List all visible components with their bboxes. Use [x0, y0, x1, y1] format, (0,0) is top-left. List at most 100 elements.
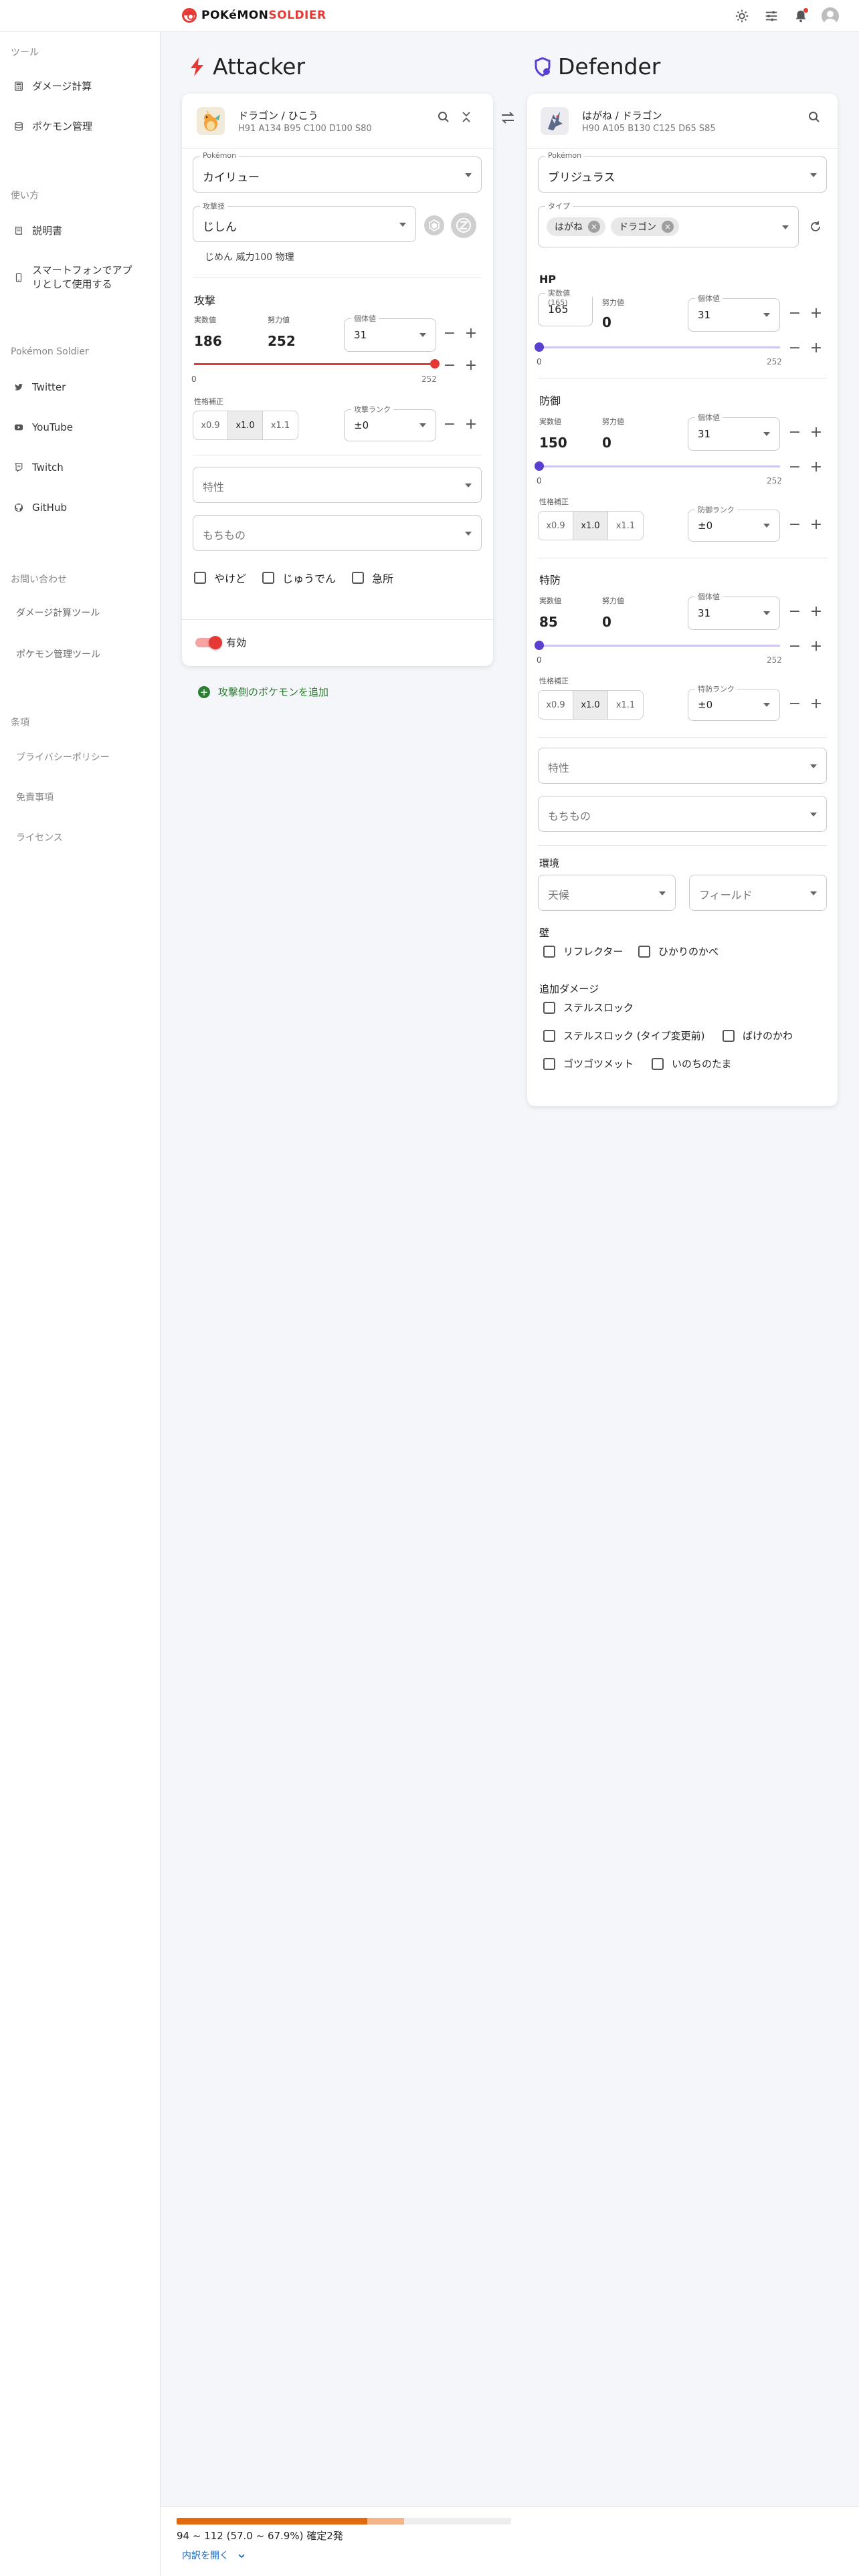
ev-slider-thumb[interactable]	[535, 461, 544, 471]
def-iv-select[interactable]: 個体値 31	[688, 412, 780, 451]
nature-option-selected[interactable]: x1.0	[228, 411, 263, 439]
nature-option[interactable]: x1.1	[263, 411, 298, 439]
defender-ability-select[interactable]: 特性	[538, 748, 827, 784]
search-icon[interactable]	[805, 108, 823, 126]
sidebar-item-disclaimer[interactable]: 免責事項	[16, 790, 54, 804]
spdef-rank-select[interactable]: 特防ランク ±0	[688, 683, 780, 721]
rank-minus-button[interactable]: −	[788, 518, 801, 532]
ev-slider-track[interactable]	[194, 359, 440, 368]
rank-plus-button[interactable]: +	[809, 518, 823, 532]
defender-type-select[interactable]: タイプ はがね × ドラゴン ×	[538, 201, 799, 247]
z-move-icon[interactable]	[451, 213, 476, 238]
rank-plus-button[interactable]: +	[809, 697, 823, 712]
stealth-rock-checkbox[interactable]: ステルスロック	[543, 1000, 634, 1014]
defender-item-select[interactable]: もちもの	[538, 796, 827, 832]
spdef-ev-slider-track[interactable]	[535, 641, 780, 650]
attacker-ability-select[interactable]: 特性	[193, 467, 482, 503]
sidebar-item-smartphone-app[interactable]: スマートフォンでアプ リとして使用する	[13, 263, 132, 292]
iv-minus-button[interactable]: −	[788, 605, 801, 619]
ev-plus-button[interactable]: +	[809, 460, 823, 475]
light-screen-checkbox[interactable]: ひかりのかべ	[638, 944, 719, 958]
ev-minus-button[interactable]: −	[443, 358, 456, 373]
ev-value[interactable]: 0	[602, 314, 611, 330]
nature-option[interactable]: x0.9	[193, 411, 228, 439]
iv-plus-button[interactable]: +	[809, 605, 823, 619]
search-icon[interactable]	[435, 108, 452, 126]
reset-icon[interactable]	[807, 218, 824, 235]
terastal-icon[interactable]	[424, 215, 444, 235]
account-icon[interactable]	[820, 6, 840, 26]
iv-plus-button[interactable]: +	[464, 326, 478, 341]
rank-plus-button[interactable]: +	[464, 417, 478, 432]
critical-checkbox[interactable]: 急所	[352, 570, 393, 586]
nature-option[interactable]: x1.1	[608, 691, 643, 719]
actual-value[interactable]: 85	[539, 614, 558, 630]
sun-icon[interactable]	[732, 6, 752, 26]
attacker-item-select[interactable]: もちもの	[193, 515, 482, 551]
ev-slider-thumb[interactable]	[535, 342, 544, 352]
sidebar-item-youtube[interactable]: YouTube	[13, 421, 73, 433]
sidebar-item-manual[interactable]: 説明書	[13, 223, 62, 237]
iv-minus-button[interactable]: −	[788, 306, 801, 321]
hp-ev-slider-track[interactable]	[535, 342, 780, 352]
attacker-move-select[interactable]: 攻撃技 じしん	[193, 201, 416, 242]
def-ev-slider-track[interactable]	[535, 461, 780, 471]
sidebar-item-pokemon-manage[interactable]: ポケモン管理	[13, 119, 92, 133]
actual-value[interactable]: 186	[194, 333, 222, 349]
enabled-toggle[interactable]	[195, 636, 222, 649]
ev-minus-button[interactable]: −	[788, 341, 801, 356]
swap-icon[interactable]	[500, 111, 515, 128]
rank-minus-button[interactable]: −	[443, 417, 456, 432]
sidebar-item-damage-calc[interactable]: ダメージ計算	[13, 79, 92, 93]
rank-minus-button[interactable]: −	[788, 697, 801, 712]
iv-plus-button[interactable]: +	[809, 306, 823, 321]
attacker-pokemon-select[interactable]: Pokémon カイリュー	[193, 151, 482, 193]
close-icon[interactable]: ×	[588, 221, 600, 233]
type-chip-steel[interactable]: はがね ×	[547, 217, 605, 236]
sidebar-item-github[interactable]: GitHub	[13, 502, 67, 514]
open-breakdown-link[interactable]: 内訳を開く	[182, 2549, 246, 2562]
def-rank-select[interactable]: 防御ランク ±0	[688, 504, 780, 542]
hp-actual-field[interactable]: 実数値(165) 165	[538, 288, 593, 326]
ev-slider-thumb[interactable]	[430, 359, 440, 368]
ev-minus-button[interactable]: −	[788, 460, 801, 475]
ev-plus-button[interactable]: +	[809, 341, 823, 356]
ev-plus-button[interactable]: +	[809, 639, 823, 654]
nature-option[interactable]: x1.1	[608, 512, 643, 540]
reflect-checkbox[interactable]: リフレクター	[543, 944, 623, 958]
charge-checkbox[interactable]: じゅうでん	[262, 570, 336, 586]
collapse-icon[interactable]	[458, 108, 475, 126]
sidebar-item-twitter[interactable]: Twitter	[13, 381, 66, 393]
sidebar-item-privacy[interactable]: プライバシーポリシー	[16, 750, 110, 764]
stealth-rock-pre-checkbox[interactable]: ステルスロック (タイプ変更前)	[543, 1029, 704, 1043]
sidebar-item-contact-pokemon[interactable]: ポケモン管理ツール	[16, 647, 100, 661]
spdef-iv-select[interactable]: 個体値 31	[688, 591, 780, 630]
nature-option-selected[interactable]: x1.0	[573, 691, 608, 719]
ev-slider-thumb[interactable]	[535, 641, 544, 650]
add-attacker-button[interactable]: + 攻撃側のポケモンを追加	[198, 685, 328, 699]
nature-option-selected[interactable]: x1.0	[573, 512, 608, 540]
ev-value[interactable]: 0	[602, 435, 611, 451]
defender-pokemon-select[interactable]: Pokémon ブリジュラス	[538, 151, 827, 193]
nature-option[interactable]: x0.9	[539, 512, 573, 540]
attack-rank-select[interactable]: 攻撃ランク ±0	[344, 404, 436, 441]
close-icon[interactable]: ×	[662, 221, 674, 233]
hp-iv-select[interactable]: 個体値 31	[688, 293, 780, 332]
ev-plus-button[interactable]: +	[464, 358, 478, 373]
actual-value[interactable]: 150	[539, 435, 567, 451]
ev-value[interactable]: 0	[602, 614, 611, 630]
nature-option[interactable]: x0.9	[539, 691, 573, 719]
ev-minus-button[interactable]: −	[788, 639, 801, 654]
terrain-select[interactable]: フィールド	[689, 875, 827, 911]
tune-icon[interactable]	[761, 6, 781, 26]
sidebar-item-contact-damage[interactable]: ダメージ計算ツール	[16, 606, 100, 619]
app-logo[interactable]: POKéMONSOLDIER	[182, 8, 326, 23]
ev-value[interactable]: 252	[268, 333, 296, 349]
type-chip-dragon[interactable]: ドラゴン ×	[611, 217, 679, 236]
sidebar-item-license[interactable]: ライセンス	[16, 831, 63, 844]
disguise-checkbox[interactable]: ばけのかわ	[723, 1029, 793, 1043]
burn-checkbox[interactable]: やけど	[194, 570, 246, 586]
iv-plus-button[interactable]: +	[809, 425, 823, 440]
bell-icon[interactable]	[791, 6, 811, 26]
iv-minus-button[interactable]: −	[788, 425, 801, 440]
